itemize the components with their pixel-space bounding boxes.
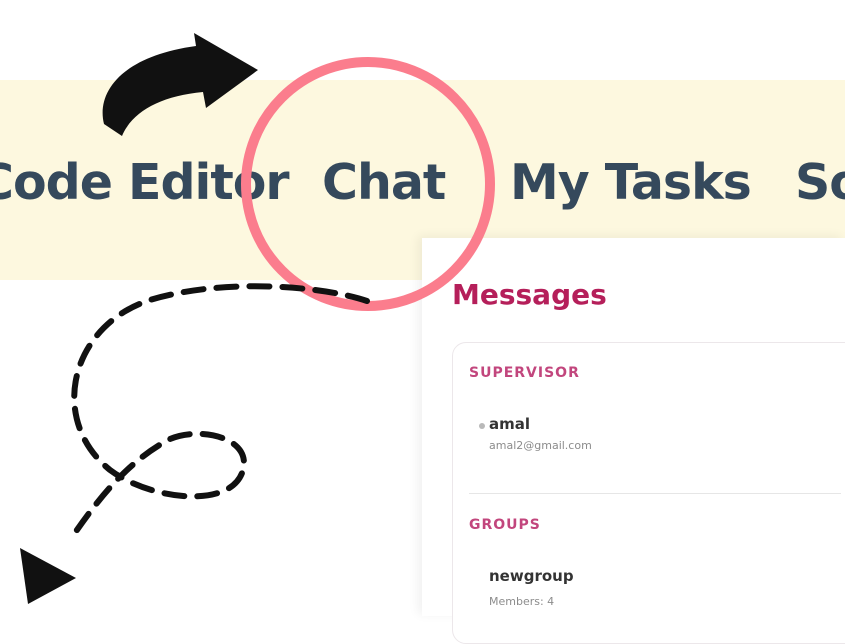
status-dot-icon [479, 423, 485, 429]
section-divider [469, 493, 841, 494]
group-item-name[interactable]: newgroup [489, 567, 574, 585]
nav-item-truncated[interactable]: So [795, 158, 845, 207]
messages-panel: Messages SUPERVISOR amal amal2@gmail.com… [422, 238, 845, 644]
supervisor-contact-name[interactable]: amal [489, 415, 530, 433]
contacts-card: SUPERVISOR amal amal2@gmail.com GROUPS n… [452, 342, 845, 644]
group-item-members: Members: 4 [489, 595, 555, 608]
nav-item-code-editor[interactable]: Code Editor [0, 158, 290, 207]
supervisor-contact-email: amal2@gmail.com [489, 439, 592, 452]
nav-item-my-tasks[interactable]: My Tasks [510, 158, 752, 207]
supervisor-section-heading: SUPERVISOR [469, 365, 580, 381]
dashed-loop-arrow-icon [20, 283, 370, 604]
messages-title: Messages [452, 278, 607, 311]
nav-item-chat[interactable]: Chat [322, 158, 446, 207]
groups-section-heading: GROUPS [469, 517, 541, 533]
